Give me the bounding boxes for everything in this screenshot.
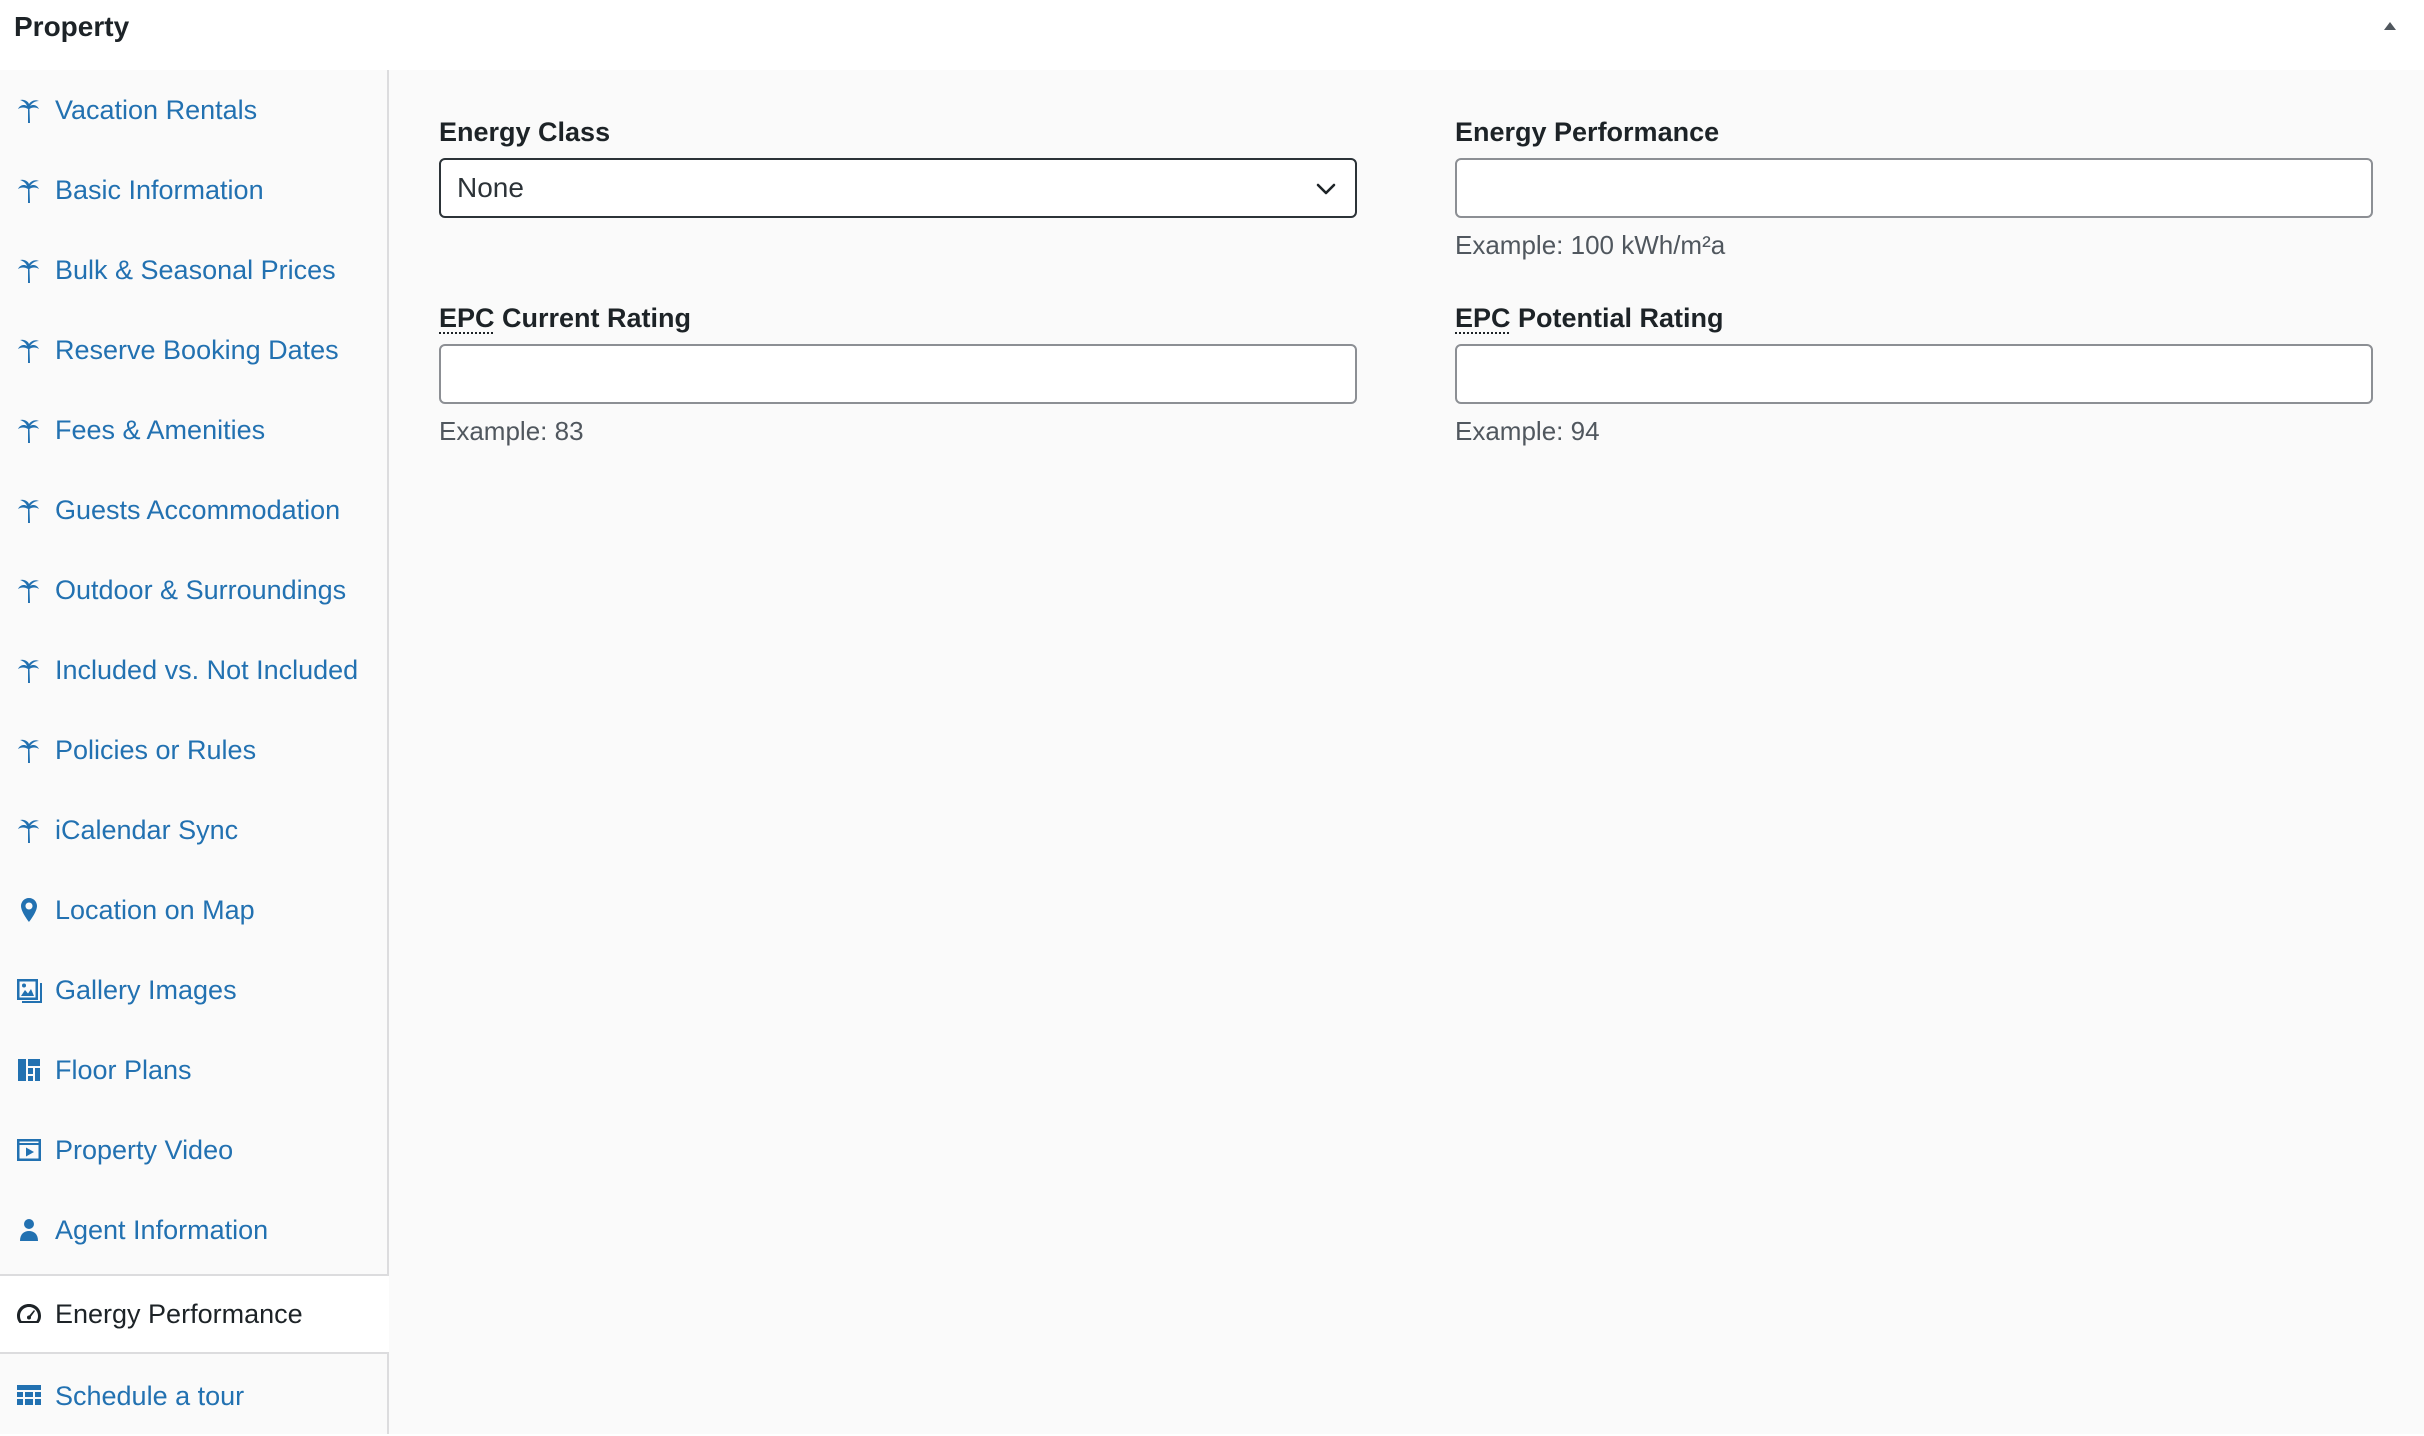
palm-tree-icon — [14, 655, 44, 685]
video-icon — [14, 1135, 44, 1165]
sidebar-item-agent-information[interactable]: Agent Information — [0, 1190, 389, 1270]
calendar-grid-icon — [14, 1381, 44, 1411]
sidebar-item-energy-performance[interactable]: Energy Performance — [0, 1274, 391, 1354]
sidebar-item-property-video[interactable]: Property Video — [0, 1110, 389, 1190]
epc-current-label-text: Current Rating — [494, 303, 692, 333]
palm-tree-icon — [14, 495, 44, 525]
sidebar-item-label: iCalendar Sync — [55, 814, 239, 845]
floor-plan-icon — [14, 1055, 44, 1085]
form-area — [389, 70, 2424, 1434]
epc-potential-label-text: Potential Rating — [1510, 303, 1724, 333]
palm-tree-icon — [14, 735, 44, 765]
energy-performance-input[interactable] — [1455, 158, 2373, 218]
sidebar-item-gallery-images[interactable]: Gallery Images — [0, 950, 389, 1030]
gauge-icon — [14, 1299, 44, 1329]
sidebar-item-label: Guests Accommodation — [55, 494, 341, 525]
sidebar-item-label: Policies or Rules — [55, 734, 257, 765]
epc-current-rating-hint: Example: 83 — [439, 416, 584, 446]
sidebar-item-label: Reserve Booking Dates — [55, 334, 339, 365]
sidebar-item-label: Property Video — [55, 1134, 234, 1165]
energy-class-selected-value: None — [457, 172, 524, 203]
sidebar-item-label: Bulk & Seasonal Prices — [55, 254, 336, 285]
location-pin-icon — [14, 895, 44, 925]
sidebar-item-label: Gallery Images — [55, 974, 237, 1005]
palm-tree-icon — [14, 575, 44, 605]
sidebar-item-fees-amenities[interactable]: Fees & Amenities — [0, 390, 389, 470]
sidebar-item-icalendar-sync[interactable]: iCalendar Sync — [0, 790, 389, 870]
sidebar-item-bulk-seasonal-prices[interactable]: Bulk & Seasonal Prices — [0, 230, 389, 310]
energy-performance-hint: Example: 100 kWh/m²a — [1455, 230, 1726, 260]
epc-potential-rating-hint: Example: 94 — [1455, 416, 1600, 446]
sidebar-item-label: Basic Information — [55, 174, 264, 205]
sidebar-item-label: Floor Plans — [55, 1054, 192, 1085]
person-icon — [14, 1215, 44, 1245]
energy-performance-field: Energy Performance Example: 100 kWh/m²a — [1455, 114, 2373, 260]
energy-performance-label: Energy Performance — [1455, 117, 1720, 147]
sidebar-item-label: Energy Performance — [55, 1298, 303, 1329]
energy-class-select[interactable]: None — [439, 158, 1357, 218]
palm-tree-icon — [14, 255, 44, 285]
epc-potential-rating-input[interactable] — [1455, 344, 2373, 404]
chevron-down-icon — [1313, 176, 1339, 202]
epc-potential-rating-field: EPC Potential Rating Example: 94 — [1455, 300, 2373, 446]
panel-header: Property — [0, 0, 2424, 70]
sidebar-item-location-on-map[interactable]: Location on Map — [0, 870, 389, 950]
epc-abbreviation: EPC — [1455, 303, 1511, 333]
triangle-up-icon[interactable] — [2376, 12, 2404, 40]
sidebar-item-basic-information[interactable]: Basic Information — [0, 150, 389, 230]
sidebar-item-label: Fees & Amenities — [55, 414, 266, 445]
sidebar-item-included-not-included[interactable]: Included vs. Not Included — [0, 630, 389, 710]
sidebar-item-guests-accommodation[interactable]: Guests Accommodation — [0, 470, 389, 550]
sidebar-item-label: Included vs. Not Included — [55, 654, 359, 685]
main-panel: Energy Class None Energy Performance Exa… — [389, 70, 2424, 1434]
epc-current-rating-label: EPC Current Rating — [439, 300, 1357, 336]
palm-tree-icon — [14, 815, 44, 845]
palm-tree-icon — [14, 415, 44, 445]
energy-class-label: Energy Class — [439, 117, 611, 147]
energy-class-field: Energy Class None — [439, 114, 1357, 218]
sidebar-item-label: Agent Information — [55, 1214, 269, 1245]
sidebar-item-outdoor-surroundings[interactable]: Outdoor & Surroundings — [0, 550, 389, 630]
sidebar-item-reserve-booking-dates[interactable]: Reserve Booking Dates — [0, 310, 389, 390]
epc-potential-rating-label: EPC Potential Rating — [1455, 300, 2373, 336]
sidebar-item-schedule-a-tour[interactable]: Schedule a tour — [0, 1356, 389, 1436]
sidebar-item-label: Outdoor & Surroundings — [55, 574, 347, 605]
palm-tree-icon — [14, 335, 44, 365]
sidebar-item-floor-plans[interactable]: Floor Plans — [0, 1030, 389, 1110]
sidebar-item-vacation-rentals[interactable]: Vacation Rentals — [0, 70, 389, 150]
sidebar-item-policies-rules[interactable]: Policies or Rules — [0, 710, 389, 790]
sidebar-item-label: Location on Map — [55, 894, 255, 925]
sidebar-item-label: Vacation Rentals — [55, 94, 258, 125]
epc-current-rating-field: EPC Current Rating Example: 83 — [439, 300, 1357, 446]
epc-current-rating-input[interactable] — [439, 344, 1357, 404]
palm-tree-icon — [14, 95, 44, 125]
palm-tree-icon — [14, 175, 44, 205]
sidebar-nav: Vacation Rentals Basic Information Bulk … — [0, 70, 391, 1436]
gallery-icon — [14, 975, 44, 1005]
panel-title: Property — [14, 11, 130, 42]
sidebar-item-label: Schedule a tour — [55, 1380, 245, 1411]
epc-abbreviation: EPC — [439, 303, 495, 333]
